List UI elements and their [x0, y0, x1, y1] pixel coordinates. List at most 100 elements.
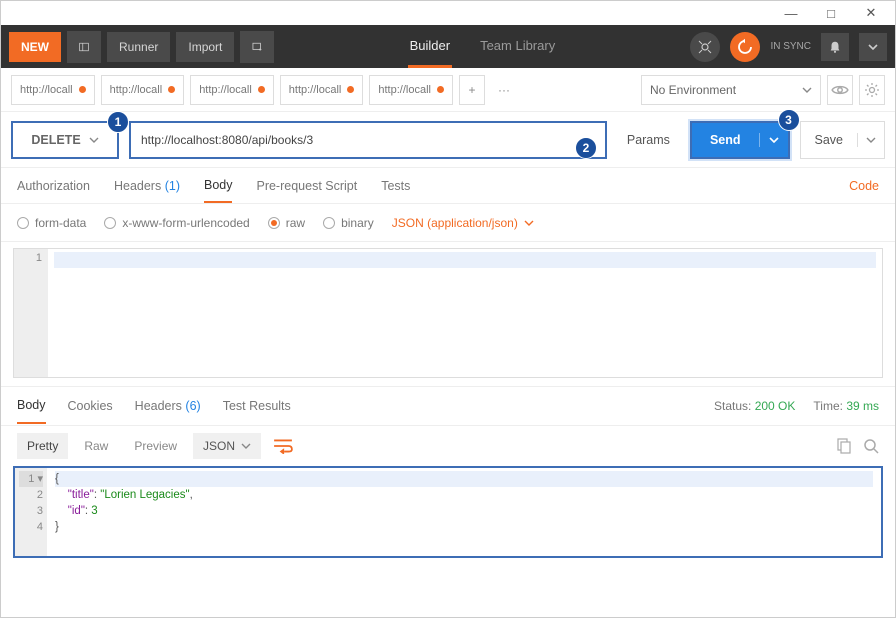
- send-button-label: Send: [692, 133, 760, 147]
- radio-urlencoded[interactable]: x-www-form-urlencoded: [104, 216, 249, 230]
- line-number: 1: [20, 252, 42, 264]
- response-tab-body[interactable]: Body: [17, 388, 46, 424]
- tab-body[interactable]: Body: [204, 169, 233, 203]
- radio-form-data[interactable]: form-data: [17, 216, 86, 230]
- radio-icon: [17, 217, 29, 229]
- copy-icon[interactable]: [835, 438, 851, 454]
- environment-label: No Environment: [650, 83, 736, 97]
- response-body-editor[interactable]: 1 ▾ 2 3 4 { "title": "Lorien Legacies", …: [13, 466, 883, 558]
- tab-builder[interactable]: Builder: [408, 26, 452, 68]
- env-quicklook-button[interactable]: [827, 75, 853, 105]
- response-format-bar: Pretty Raw Preview JSON: [1, 426, 895, 466]
- sync-button[interactable]: [730, 32, 760, 62]
- bell-icon: [828, 40, 842, 54]
- send-dropdown[interactable]: [760, 137, 788, 143]
- request-tab[interactable]: http://locall: [190, 75, 274, 105]
- line-number: 2: [19, 487, 43, 503]
- code-link[interactable]: Code: [849, 179, 879, 193]
- radio-icon: [323, 217, 335, 229]
- response-tab-cookies[interactable]: Cookies: [68, 389, 113, 423]
- wrap-icon: [273, 438, 293, 454]
- center-tabs: Builder Team Library: [280, 26, 684, 68]
- main-toolbar: NEW Runner Import Builder Team Library I…: [1, 25, 895, 68]
- request-tab[interactable]: http://locall: [11, 75, 95, 105]
- format-pretty[interactable]: Pretty: [17, 433, 68, 459]
- tab-authorization[interactable]: Authorization: [17, 170, 90, 202]
- toggle-sidebar-button[interactable]: [67, 31, 101, 63]
- request-tab-label: http://locall: [20, 84, 73, 96]
- chevron-down-icon: [89, 137, 99, 143]
- tabs-overflow-button[interactable]: ···: [491, 75, 517, 105]
- tab-team-library[interactable]: Team Library: [478, 26, 557, 68]
- response-tab-tests[interactable]: Test Results: [223, 389, 291, 423]
- tab-headers-label: Headers: [114, 179, 161, 193]
- chevron-down-icon: [802, 87, 812, 93]
- runner-button[interactable]: Runner: [107, 32, 170, 62]
- request-tab[interactable]: http://locall: [101, 75, 185, 105]
- callout-1: 1: [107, 111, 129, 133]
- line-number: 1 ▾: [19, 471, 43, 487]
- request-tab[interactable]: http://locall: [280, 75, 364, 105]
- request-tab-label: http://locall: [289, 84, 342, 96]
- url-input[interactable]: [129, 121, 607, 159]
- new-window-button[interactable]: [240, 31, 274, 63]
- status-label: Status:: [714, 399, 751, 413]
- sync-icon: [736, 38, 754, 56]
- new-button[interactable]: NEW: [9, 32, 61, 62]
- response-content[interactable]: { "title": "Lorien Legacies", "id": 3 }: [47, 468, 881, 556]
- request-body-editor[interactable]: 1: [13, 248, 883, 378]
- save-dropdown[interactable]: [858, 137, 884, 143]
- toolbar-right: IN SYNC: [690, 32, 887, 62]
- request-tab[interactable]: http://locall: [369, 75, 453, 105]
- eye-icon: [831, 84, 849, 96]
- wrap-lines-button[interactable]: [267, 438, 299, 454]
- unsaved-dot-icon: [347, 86, 354, 93]
- user-menu-button[interactable]: [859, 33, 887, 61]
- radio-label: x-www-form-urlencoded: [122, 216, 249, 230]
- tab-prerequest[interactable]: Pre-request Script: [256, 170, 357, 202]
- content-type-select[interactable]: JSON (application/json): [392, 216, 534, 230]
- callout-2: 2: [575, 137, 597, 159]
- send-button[interactable]: Send 3: [690, 121, 790, 159]
- notifications-button[interactable]: [821, 33, 849, 61]
- tab-tests[interactable]: Tests: [381, 170, 410, 202]
- response-tabs: Body Cookies Headers (6) Test Results St…: [1, 386, 895, 426]
- request-tab-label: http://locall: [110, 84, 163, 96]
- import-button[interactable]: Import: [176, 32, 234, 62]
- chevron-down-icon: [524, 220, 534, 226]
- method-select[interactable]: DELETE 1: [11, 121, 119, 159]
- window-maximize-button[interactable]: □: [811, 1, 851, 25]
- time-value: 39 ms: [846, 399, 879, 413]
- window-close-button[interactable]: ✕: [851, 1, 891, 25]
- radio-binary[interactable]: binary: [323, 216, 374, 230]
- format-preview[interactable]: Preview: [124, 433, 187, 459]
- editor-content[interactable]: [48, 249, 882, 377]
- satellite-icon: [697, 39, 713, 55]
- radio-raw[interactable]: raw: [268, 216, 305, 230]
- search-icon[interactable]: [863, 438, 879, 454]
- save-button[interactable]: Save: [800, 121, 886, 159]
- code-line: {: [55, 471, 873, 487]
- format-type-select[interactable]: JSON: [193, 433, 261, 459]
- tab-headers[interactable]: Headers (1): [114, 170, 180, 202]
- response-tab-headers[interactable]: Headers (6): [135, 389, 201, 423]
- content-type-label: JSON (application/json): [392, 216, 518, 230]
- response-status: Status: 200 OK Time: 39 ms: [714, 399, 879, 413]
- window-minimize-button[interactable]: —: [771, 1, 811, 25]
- params-button[interactable]: Params: [617, 133, 680, 147]
- radio-label: raw: [286, 216, 305, 230]
- chevron-down-icon: [769, 137, 779, 143]
- environment-select[interactable]: No Environment: [641, 75, 821, 105]
- time-label: Time:: [813, 399, 843, 413]
- save-button-label: Save: [801, 133, 859, 147]
- window-titlebar: — □ ✕: [1, 1, 895, 25]
- format-raw[interactable]: Raw: [74, 433, 118, 459]
- env-settings-button[interactable]: [859, 75, 885, 105]
- chevron-down-icon: [866, 137, 876, 143]
- request-tab-label: http://locall: [199, 84, 252, 96]
- response-gutter: 1 ▾ 2 3 4: [15, 468, 47, 556]
- new-tab-button[interactable]: +: [459, 75, 485, 105]
- capture-button[interactable]: [690, 32, 720, 62]
- response-tab-headers-label: Headers: [135, 399, 182, 413]
- unsaved-dot-icon: [437, 86, 444, 93]
